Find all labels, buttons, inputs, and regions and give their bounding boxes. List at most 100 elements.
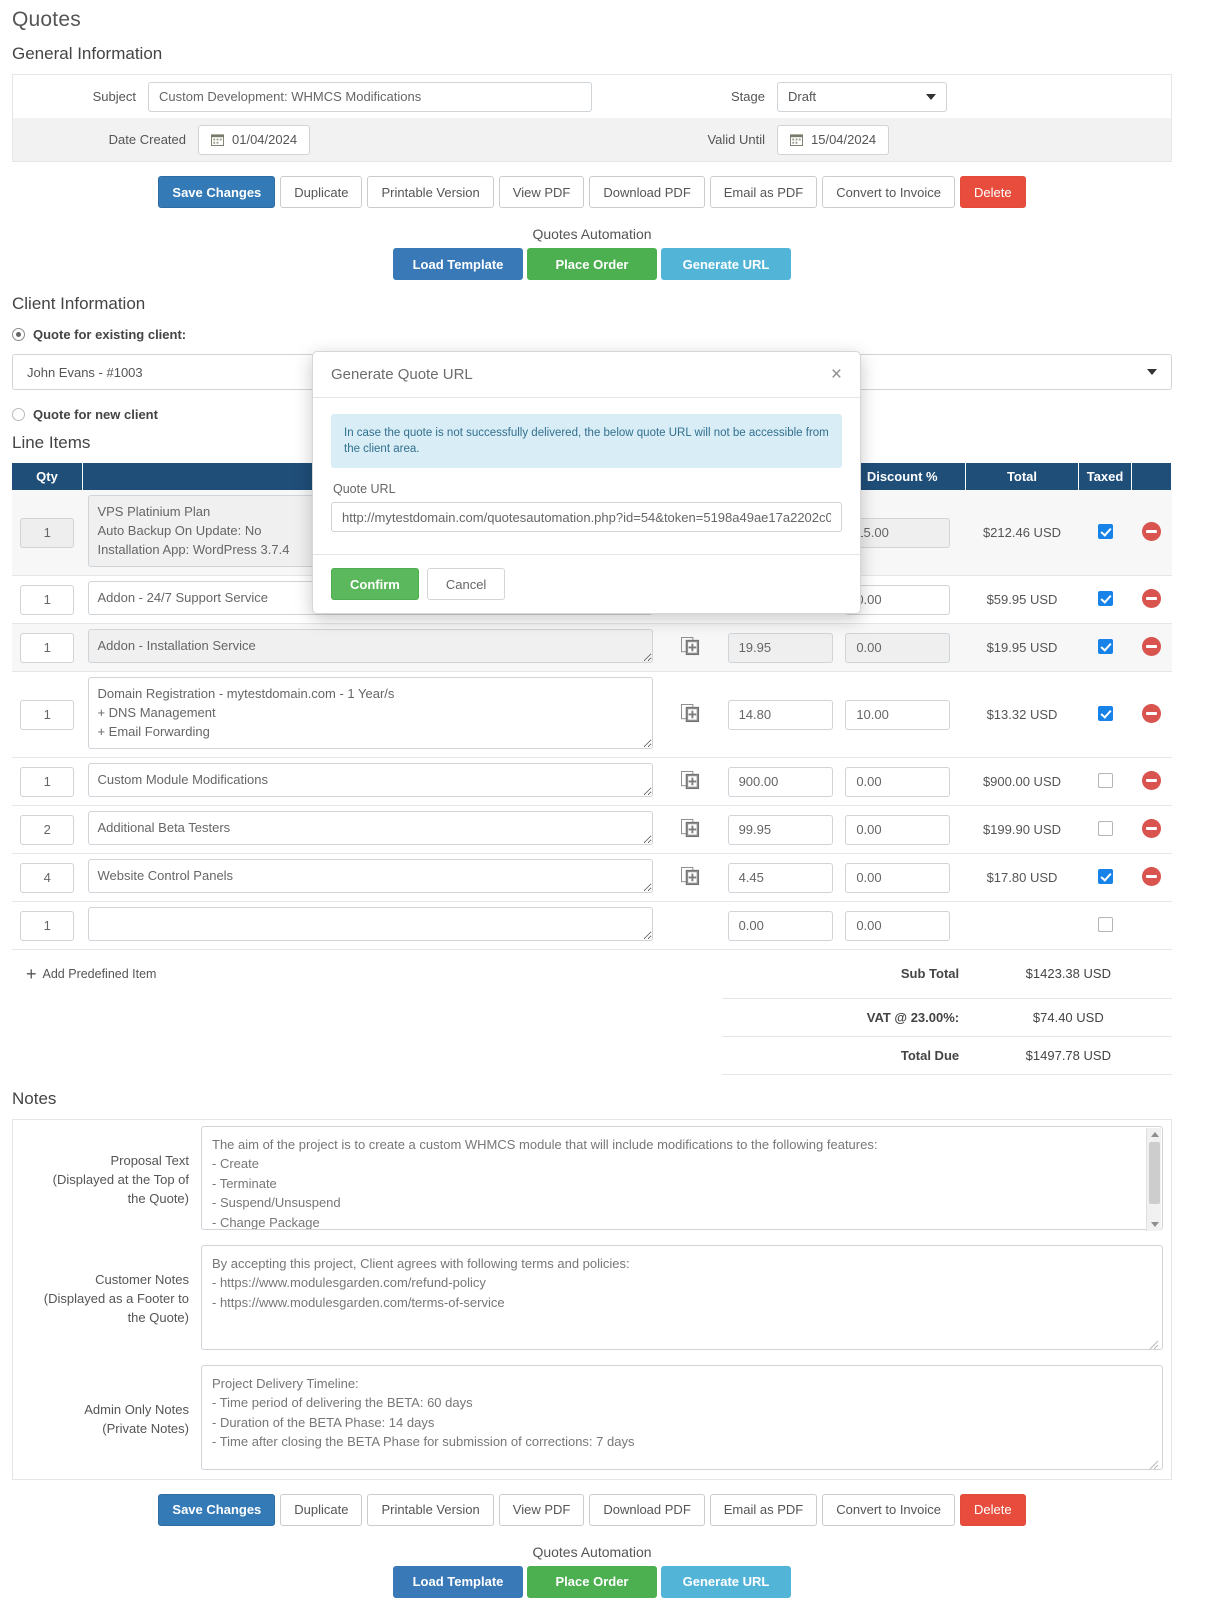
description-textarea[interactable]: Domain Registration - mytestdomain.com -… [88,677,654,749]
discount-input[interactable] [845,862,951,893]
amount-input[interactable] [727,766,833,797]
discount-input[interactable] [845,766,951,797]
generate-url-button[interactable]: Generate URL [661,248,791,280]
duplicate-button[interactable]: Duplicate [280,176,363,208]
load-template-button[interactable]: Load Template [393,248,523,280]
qty-input[interactable] [20,862,75,893]
stage-value: Draft [788,89,817,104]
valid-until-input[interactable]: 15/04/2024 [777,124,890,155]
qty-input[interactable] [20,814,75,845]
discount-input[interactable] [845,517,951,548]
chevron-down-icon [926,93,936,100]
remove-line-icon[interactable] [1141,636,1161,656]
existing-client-radio-row[interactable]: Quote for existing client: [12,324,1213,345]
description-textarea[interactable]: Custom Module Modifications [88,763,654,797]
new-client-label: Quote for new client [33,407,158,422]
amount-input[interactable] [727,814,833,845]
email-as-pdf-button[interactable]: Email as PDF [709,176,818,208]
proposal-scrollbar[interactable] [1146,1127,1161,1231]
description-textarea[interactable]: Website Control Panels [88,859,654,893]
cancel-button[interactable]: Cancel [426,568,506,600]
generate-url-button-bottom[interactable]: Generate URL [661,1565,791,1598]
discount-input[interactable] [845,584,951,615]
taxed-checkbox[interactable] [1097,772,1113,788]
amount-input[interactable] [727,910,833,941]
valid-until-value: 15/04/2024 [811,132,877,147]
table-row: Domain Registration - mytestdomain.com -… [12,671,1172,758]
scroll-down-icon[interactable] [1151,1221,1159,1227]
admin-notes-textarea[interactable]: Project Delivery Timeline: - Time period… [201,1364,1163,1470]
qty-input[interactable] [20,910,75,941]
place-order-button[interactable]: Place Order [527,248,657,280]
client-information-heading: Client Information [12,294,146,313]
amount-input[interactable] [727,862,833,893]
quote-url-input[interactable] [331,502,842,532]
radio-new-client-icon[interactable] [12,408,25,421]
convert-to-invoice-button[interactable]: Convert to Invoice [822,176,956,208]
description-textarea[interactable]: Addon - Installation Service [88,629,654,663]
taxed-checkbox[interactable] [1097,916,1113,932]
download-pdf-button-bottom[interactable]: Download PDF [589,1493,705,1526]
resize-grip-icon[interactable] [1149,1460,1159,1470]
taxed-checkbox[interactable] [1097,705,1113,721]
view-pdf-button[interactable]: View PDF [498,176,585,208]
scrollbar-thumb[interactable] [1149,1141,1160,1204]
place-order-button-bottom[interactable]: Place Order [527,1565,657,1598]
amount-input[interactable] [727,632,833,663]
proposal-text-textarea[interactable]: The aim of the project is to create a cu… [201,1125,1163,1230]
resize-grip-icon[interactable] [1149,1340,1159,1350]
close-icon[interactable]: × [831,365,842,384]
convert-to-invoice-button-bottom[interactable]: Convert to Invoice [822,1493,956,1526]
qty-input[interactable] [20,584,75,615]
table-row: Custom Module Modifications $900.00 USD [12,757,1172,806]
taxed-checkbox[interactable] [1097,820,1113,836]
remove-line-icon[interactable] [1141,521,1161,541]
calendar-icon [211,133,224,146]
date-created-input[interactable]: 01/04/2024 [198,124,311,155]
save-changes-button[interactable]: Save Changes [158,176,276,208]
printable-version-button-bottom[interactable]: Printable Version [367,1493,494,1526]
total-due-row: Total Due $1497.78 USD [12,1036,1172,1075]
printable-version-button[interactable]: Printable Version [367,176,494,208]
save-changes-button-bottom[interactable]: Save Changes [158,1493,276,1526]
discount-input[interactable] [845,814,951,845]
remove-line-icon[interactable] [1141,588,1161,608]
qty-input[interactable] [20,632,75,663]
generate-quote-url-modal: Generate Quote URL × In case the quote i… [312,351,861,614]
taxed-checkbox[interactable] [1097,868,1113,884]
taxed-checkbox[interactable] [1097,523,1113,539]
discount-input[interactable] [845,910,951,941]
stage-select[interactable]: Draft [777,81,947,112]
radio-existing-client-icon[interactable] [12,328,25,341]
description-textarea[interactable] [88,907,654,941]
email-as-pdf-button-bottom[interactable]: Email as PDF [709,1493,818,1526]
remove-line-icon[interactable] [1141,770,1161,790]
description-textarea[interactable]: Additional Beta Testers [88,811,654,845]
qty-input[interactable] [20,766,75,797]
remove-line-icon[interactable] [1141,866,1161,886]
customer-notes-textarea[interactable]: By accepting this project, Client agrees… [201,1244,1163,1350]
qty-input[interactable] [20,517,75,548]
download-pdf-button[interactable]: Download PDF [589,176,705,208]
taxed-checkbox[interactable] [1097,590,1113,606]
remove-line-icon[interactable] [1141,703,1161,723]
scroll-up-icon[interactable] [1151,1131,1159,1137]
delete-button-bottom[interactable]: Delete [960,1493,1026,1526]
add-predefined-item-button[interactable]: + Add Predefined Item [18,955,716,993]
confirm-button[interactable]: Confirm [331,568,419,600]
view-pdf-button-bottom[interactable]: View PDF [498,1493,585,1526]
proposal-text-label: Proposal Text (Displayed at the Top of t… [52,1152,189,1206]
load-template-button-bottom[interactable]: Load Template [393,1565,523,1598]
vat-label: VAT @ 23.00%: [721,998,966,1037]
qty-input[interactable] [20,699,75,730]
taxed-checkbox[interactable] [1097,638,1113,654]
vat-row: VAT @ 23.00%: $74.40 USD [12,998,1172,1037]
amount-input[interactable] [727,699,833,730]
delete-button[interactable]: Delete [960,176,1026,208]
subject-input[interactable] [148,81,592,112]
discount-input[interactable] [845,699,951,730]
duplicate-button-bottom[interactable]: Duplicate [280,1493,363,1526]
discount-input[interactable] [845,632,951,663]
duplicate-line-icon [680,636,699,655]
remove-line-icon[interactable] [1141,818,1161,838]
